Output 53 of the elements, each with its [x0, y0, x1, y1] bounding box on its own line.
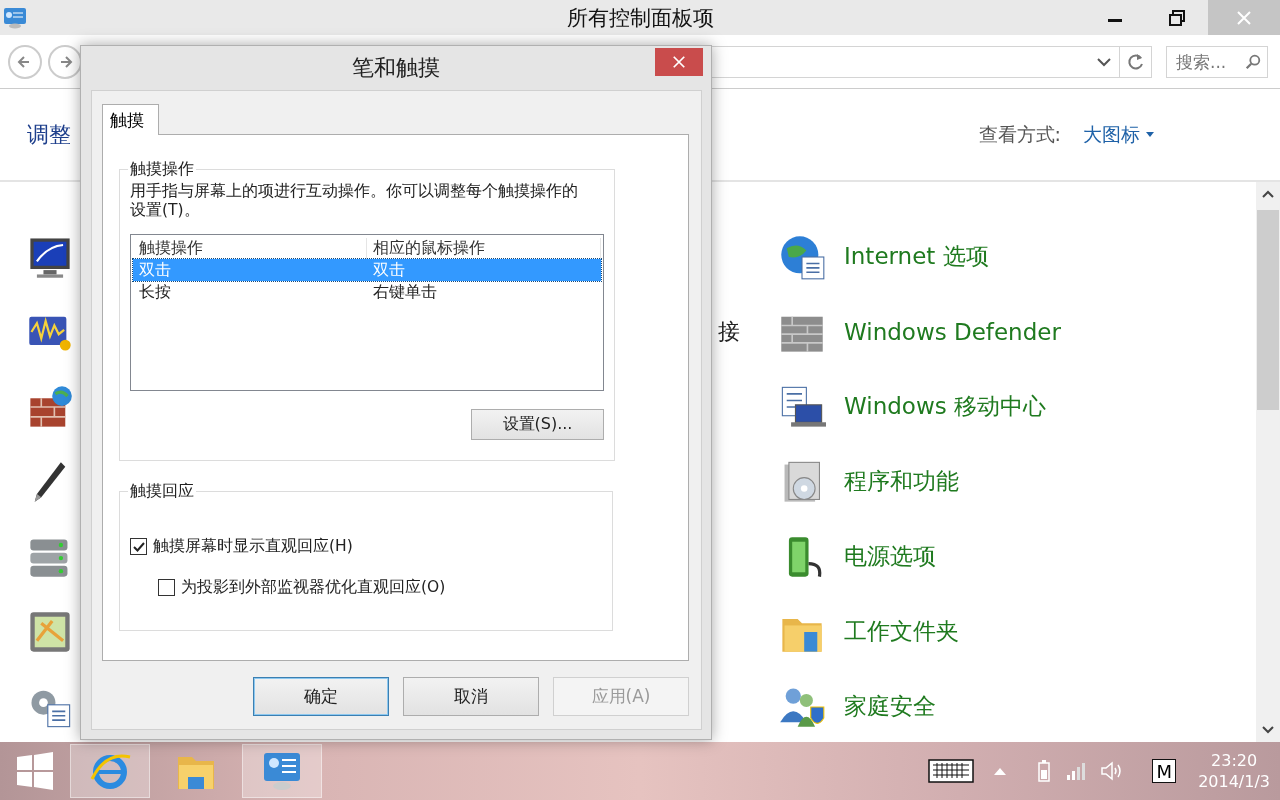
scroll-thumb[interactable] — [1257, 210, 1279, 410]
item-link[interactable]: Windows Defender — [844, 318, 1061, 345]
view-dropdown[interactable]: 大图标 — [1083, 121, 1154, 148]
dialog-button[interactable]: 取消 — [403, 677, 539, 716]
scrollbar[interactable] — [1256, 182, 1280, 742]
item-link[interactable]: Windows 移动中心 — [844, 391, 1046, 422]
list-cell-text: 右键单击 — [372, 281, 438, 303]
list-cell-text: 双击 — [138, 259, 172, 281]
checkbox[interactable] — [130, 538, 147, 555]
view-label: 查看方式: — [978, 121, 1061, 147]
checkbox-label[interactable]: 为投影到外部监视器优化直观回应(O) — [181, 577, 446, 598]
scroll-down-icon[interactable] — [1262, 726, 1274, 734]
clock-time: 23:20 — [1211, 750, 1258, 771]
item-link[interactable]: 工作文件夹 — [844, 616, 959, 647]
list-row[interactable]: 长按 右键单击 — [133, 281, 601, 303]
list-view[interactable]: 触摸操作 相应的鼠标操作 双击 双击 长按 右键单击 — [130, 234, 604, 391]
back-button[interactable] — [8, 44, 42, 79]
checkbox-label[interactable]: 触摸屏幕时显示直观回应(H) — [153, 536, 353, 557]
control-panel-icon — [3, 6, 27, 29]
dropdown-icon[interactable] — [1097, 56, 1111, 67]
settings-button[interactable]: 设置(S)... — [471, 409, 604, 440]
list-cell-text: 双击 — [372, 259, 406, 281]
item-link[interactable]: Internet 选项 — [844, 241, 989, 272]
close-button[interactable] — [655, 48, 703, 76]
item-link[interactable]: 电源选项 — [844, 541, 936, 572]
item-link[interactable]: 家庭安全 — [844, 691, 936, 722]
tab[interactable]: 触摸 — [102, 104, 159, 135]
scroll-up-icon[interactable] — [1262, 190, 1274, 198]
forward-button[interactable] — [48, 44, 82, 79]
checkbox[interactable] — [158, 579, 175, 596]
group-title: 触摸操作 — [129, 159, 195, 180]
dialog-title: 笔和触摸 — [352, 54, 440, 82]
list-cell-text: 长按 — [138, 281, 172, 303]
refresh-icon — [1125, 51, 1146, 72]
minimize-icon — [1108, 19, 1122, 22]
browser-icon[interactable] — [70, 744, 150, 798]
refresh-button[interactable] — [1120, 45, 1152, 78]
input-method-indicator[interactable]: M — [1152, 759, 1177, 783]
item-label[interactable]: 接 — [718, 316, 740, 347]
window-title: 所有控制面板项 — [566, 4, 714, 32]
control-panel-icon[interactable] — [242, 744, 322, 798]
ok-button[interactable]: 确定 — [253, 677, 389, 716]
page-heading: 调整 — [27, 120, 71, 149]
close-icon — [672, 55, 686, 69]
description-text: 用手指与屏幕上的项进行互动操作。你可以调整每个触摸操作的设置(T)。 — [130, 182, 579, 220]
group-title: 触摸回应 — [129, 481, 195, 502]
search-field[interactable]: 搜索... — [1166, 45, 1268, 78]
item-link[interactable]: 程序和功能 — [844, 466, 959, 497]
clock-date: 2014/1/3 — [1198, 771, 1270, 792]
restore-icon — [1167, 7, 1187, 28]
windows-logo-icon — [15, 751, 55, 791]
keyboard-icon[interactable] — [928, 759, 975, 783]
caret-icon — [1146, 132, 1154, 137]
